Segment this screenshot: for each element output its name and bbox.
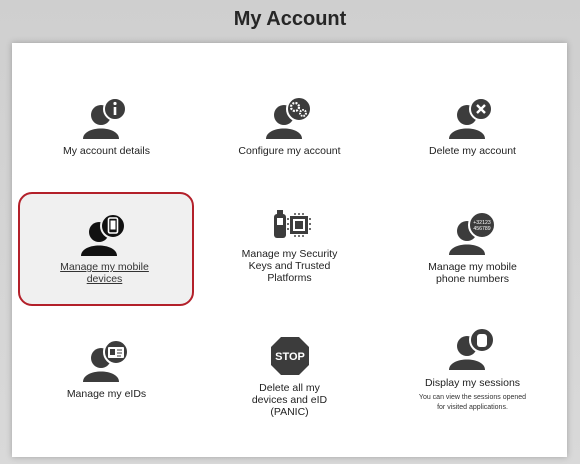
svg-text:456789: 456789 (473, 226, 490, 232)
user-eid-card-icon (81, 338, 133, 384)
tile-delete-my-account[interactable]: Delete my account (380, 95, 565, 215)
user-phone-number-icon: +32123 456789 (447, 211, 499, 257)
user-session-icon (447, 326, 499, 372)
tile-manage-security-keys[interactable]: Manage my Security Keys and Trusted Plat… (197, 208, 382, 328)
stop-sign-icon: STOP (264, 335, 316, 381)
tile-delete-all-devices-panic[interactable]: STOP Delete all my devices and eID (PANI… (197, 335, 382, 455)
tile-label: Display my sessions (424, 377, 521, 389)
tile-label: Manage my Security Keys and Trusted Plat… (241, 248, 338, 284)
tile-manage-mobile-phone-numbers[interactable]: +32123 456789 Manage my mobile phone num… (380, 211, 565, 331)
tile-manage-my-mobile-devices[interactable]: Manage my mobile devices (12, 192, 197, 312)
tile-display-my-sessions[interactable]: Display my sessions You can view the ses… (380, 326, 565, 446)
page-title: My Account (233, 8, 347, 30)
tile-label: My account details (63, 145, 150, 157)
tile-sublabel: You can view the sessions opened for vis… (418, 394, 527, 411)
tile-label: Configure my account (238, 145, 341, 157)
user-gear-icon (264, 95, 316, 141)
tile-label: Delete all my devices and eID (PANIC) (251, 382, 328, 418)
tile-configure-my-account[interactable]: Configure my account (197, 95, 382, 215)
tile-manage-my-eids[interactable]: Manage my eIDs (14, 338, 199, 458)
tile-label: Manage my mobile phone numbers (428, 261, 517, 285)
tile-label: Delete my account (429, 145, 516, 157)
user-info-icon (81, 95, 133, 141)
user-mobile-icon (79, 212, 131, 258)
tile-label: Manage my eIDs (66, 388, 147, 400)
svg-text:STOP: STOP (275, 351, 305, 363)
user-delete-icon (447, 95, 499, 141)
tile-label: Manage my mobile devices (60, 261, 149, 285)
account-menu-panel: My account details Configure my account … (12, 43, 567, 457)
